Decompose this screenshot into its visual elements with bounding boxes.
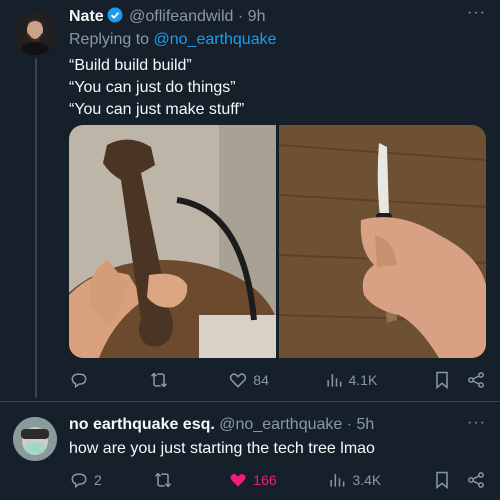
avatar-nate[interactable] <box>13 11 57 55</box>
thread-connector <box>35 58 37 398</box>
retweet-button[interactable] <box>149 370 174 390</box>
tweet-text-line: “Build build build” <box>69 57 192 74</box>
separator-dot: · <box>237 8 244 25</box>
tweet-divider <box>0 401 500 402</box>
bookmark-icon[interactable] <box>432 470 452 490</box>
tweet-time[interactable]: 5h <box>357 416 375 433</box>
share-icon[interactable] <box>466 470 486 490</box>
retweet-icon <box>150 372 167 388</box>
tweet2-header: no earthquake esq. @no_earthquake · 5h <box>69 416 470 434</box>
reply-icon <box>71 473 87 489</box>
reply-count: 2 <box>94 472 102 488</box>
author-handle[interactable]: @no_earthquake <box>219 416 342 433</box>
views-icon <box>326 374 341 387</box>
views-count: 3.4K <box>352 472 382 488</box>
tweet1-media <box>69 125 486 358</box>
avatar-no-earthquake[interactable] <box>13 417 57 461</box>
more-options-icon[interactable]: ··· <box>467 414 486 432</box>
share-group <box>432 370 486 390</box>
heart-filled-icon <box>230 474 246 487</box>
replying-to: Replying to @no_earthquake <box>69 31 277 49</box>
like-count: 166 <box>253 472 277 488</box>
tweet1-action-bar: 84 4.1K <box>69 370 486 390</box>
like-button[interactable]: 166 <box>228 470 277 490</box>
tweet2-text: how are you just starting the tech tree … <box>69 440 375 457</box>
tweet2-action-bar: 2 166 3.4K <box>69 470 486 490</box>
views-count: 4.1K <box>348 372 378 388</box>
views-button[interactable]: 4.1K <box>324 370 378 390</box>
bookmark-icon[interactable] <box>432 370 452 390</box>
tweet1-text: “Build build build” “You can just do thi… <box>69 55 244 121</box>
like-count: 84 <box>253 372 269 388</box>
author-handle[interactable]: @oflifeandwild <box>129 8 233 25</box>
reply-icon <box>71 373 87 389</box>
reply-button[interactable] <box>69 370 94 390</box>
more-options-icon[interactable]: ··· <box>467 4 486 22</box>
tweet-time[interactable]: 9h <box>248 8 266 25</box>
heart-icon <box>230 373 247 388</box>
reply-button[interactable]: 2 <box>69 470 102 490</box>
photo-knife[interactable] <box>279 125 486 358</box>
retweet-icon <box>154 472 171 488</box>
share-group <box>432 470 486 490</box>
views-icon <box>330 474 345 487</box>
tweet-text-line: “You can just make stuff” <box>69 101 245 118</box>
separator-dot: · <box>346 416 353 433</box>
share-icon[interactable] <box>466 370 486 390</box>
tweet1-header: Nate @oflifeandwild · 9h <box>69 7 470 28</box>
replying-prefix: Replying to <box>69 31 154 48</box>
views-button[interactable]: 3.4K <box>327 470 381 490</box>
photo-bone[interactable] <box>69 125 276 358</box>
author-name[interactable]: no earthquake esq. <box>69 416 215 433</box>
replying-to-link[interactable]: @no_earthquake <box>154 31 277 48</box>
tweet-text-line: “You can just do things” <box>69 79 236 96</box>
retweet-button[interactable] <box>153 470 178 490</box>
author-name[interactable]: Nate <box>69 8 104 25</box>
like-button[interactable]: 84 <box>228 370 269 390</box>
verified-badge-icon <box>107 7 123 28</box>
